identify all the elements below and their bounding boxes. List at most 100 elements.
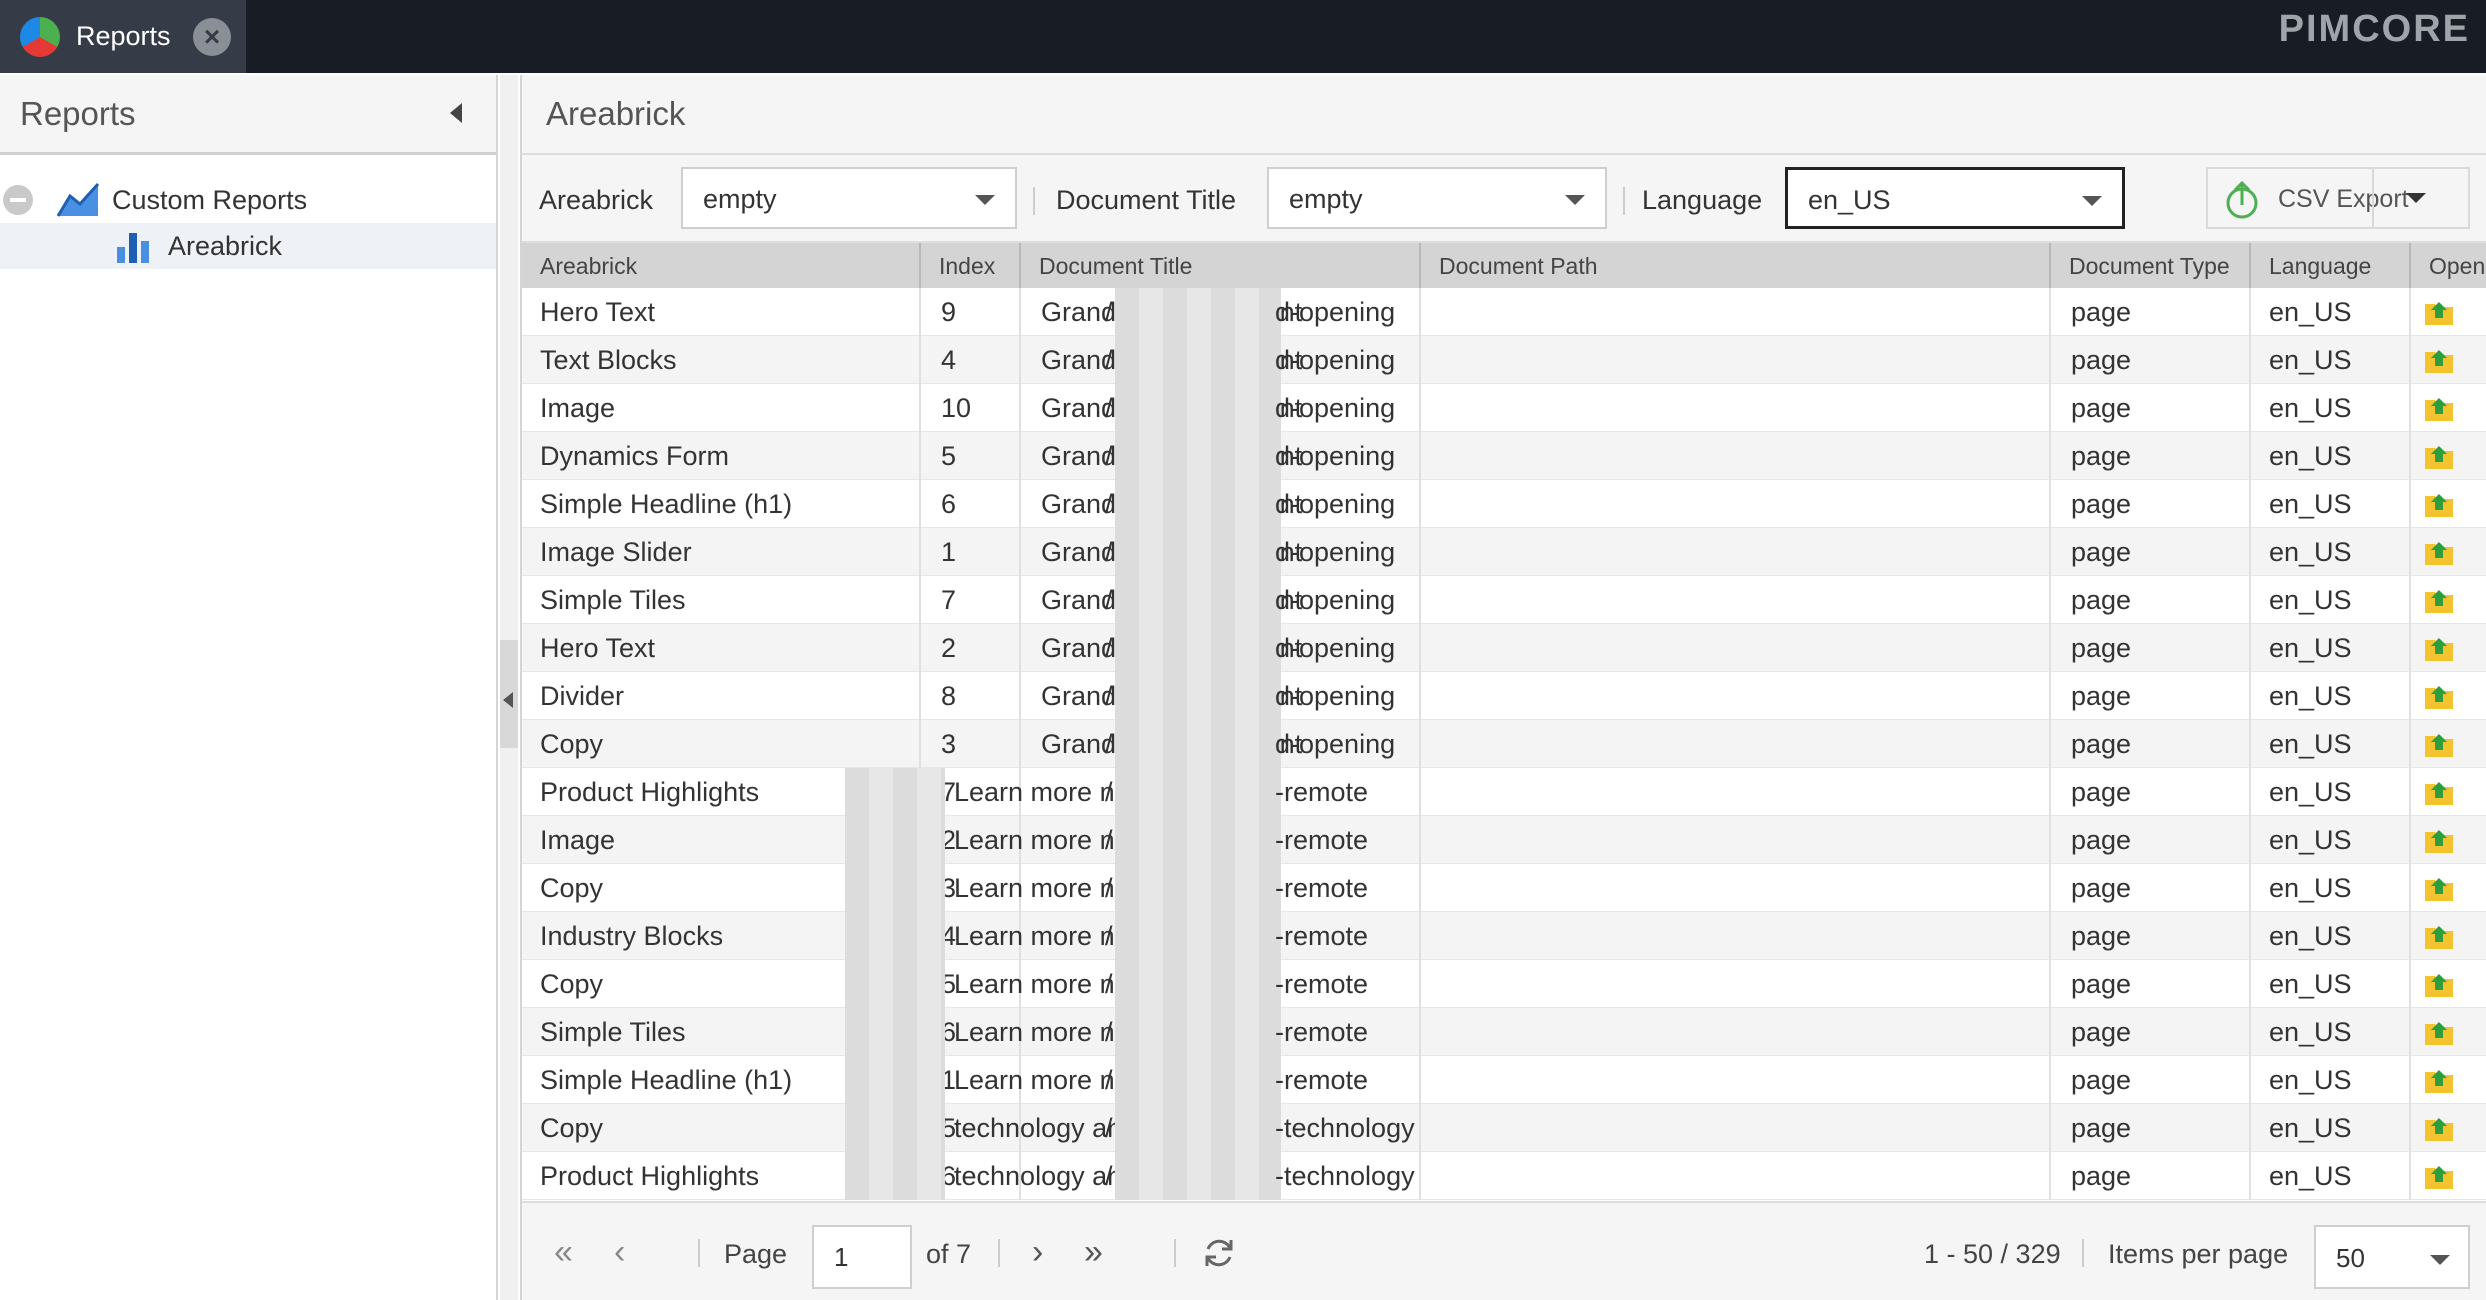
refresh-icon[interactable] [1202,1236,1236,1270]
cell-document-path [1421,528,2051,576]
table-row[interactable]: Image10Grand Opening Event/d-openingpage… [522,384,2486,432]
cell-language: en_US [2251,864,2411,912]
divider [1623,187,1625,215]
cell-path-suffix: -technology [1275,1113,1415,1143]
open-document-icon[interactable] [2423,586,2455,614]
open-document-icon[interactable] [2423,874,2455,902]
table-row[interactable]: Text Blocks4Grand Opening Event/d-openin… [522,336,2486,384]
redacted-block [1115,1056,1281,1104]
table-row[interactable]: Simple Tiles 6 Learn more n... / -remote page… [522,1008,2486,1056]
cell-path-suffix: d-opening [1275,345,1396,375]
cell-areabrick: Dynamics Form [522,432,921,480]
next-page-icon[interactable]: › [1032,1235,1043,1269]
prev-page-icon[interactable]: ‹ [614,1235,625,1269]
table-row[interactable]: Image 2 Learn more n... / -remote page en_US [522,816,2486,864]
open-document-icon[interactable] [2423,298,2455,326]
redacted-block [845,1008,945,1056]
cell-document-path [1421,1104,2051,1152]
left-panel-header: Reports [0,75,496,155]
open-document-icon[interactable] [2423,1018,2455,1046]
open-document-icon[interactable] [2423,970,2455,998]
open-document-icon[interactable] [2423,682,2455,710]
open-document-icon[interactable] [2423,490,2455,518]
open-document-icon[interactable] [2423,730,2455,758]
open-document-icon[interactable] [2423,346,2455,374]
cell-path-suffix: d-opening [1275,441,1396,471]
tab-reports[interactable]: Reports × [0,0,246,73]
column-header-areabrick[interactable]: Areabrick [522,243,921,288]
cell-document-path [1421,336,2051,384]
collapse-arrow-icon[interactable] [503,692,513,708]
table-row[interactable]: Dynamics Form5Grand Opening Event/d-open… [522,432,2486,480]
panel-splitter[interactable] [500,75,518,1300]
open-document-icon[interactable] [2423,826,2455,854]
cell-path-suffix: d-opening [1275,633,1396,663]
cell-path-suffix: -remote [1275,1065,1369,1095]
table-row[interactable]: Product Highlights 7 Learn more n... / -remo… [522,768,2486,816]
tab-title: Reports [76,21,171,51]
column-header-index[interactable]: Index [921,243,1021,288]
table-row[interactable]: Product Highlights 6 technology an... / -tec… [522,1152,2486,1200]
first-page-icon[interactable]: « [554,1235,573,1269]
csv-export-button[interactable]: CSV Export [2206,167,2470,229]
table-row[interactable]: Hero Text2Grand Opening Event/d-openingp… [522,624,2486,672]
cell-document-path [1421,720,2051,768]
table-row[interactable]: Industry Blocks 4 Learn more n... / -remote p… [522,912,2486,960]
page-number-input[interactable]: 1 [812,1225,912,1289]
open-document-icon[interactable] [2423,634,2455,662]
column-header-document-type[interactable]: Document Type [2051,243,2251,288]
tree-item-custom-reports[interactable]: Custom Reports [0,177,496,223]
open-document-icon[interactable] [2423,394,2455,422]
cell-path-prefix: / [1105,537,1113,567]
cell-document-path [1421,672,2051,720]
last-page-icon[interactable]: » [1084,1235,1103,1269]
open-document-icon[interactable] [2423,922,2455,950]
tree-item-areabrick[interactable]: Areabrick [0,223,496,269]
open-document-icon[interactable] [2423,1114,2455,1142]
cell-language: en_US [2251,960,2411,1008]
table-row[interactable]: Simple Headline (h1) 1 Learn more n... / -re… [522,1056,2486,1104]
cell-index: 10 [921,384,1021,432]
table-row[interactable]: Image Slider1Grand Opening Event/d-openi… [522,528,2486,576]
table-row[interactable]: Hero Text9Grand Opening Event/d-openingp… [522,288,2486,336]
cell-document-type: page [2051,1056,2251,1104]
open-document-icon[interactable] [2423,1162,2455,1190]
open-document-icon[interactable] [2423,442,2455,470]
table-row[interactable]: Divider8Grand Opening Event/d-openingpag… [522,672,2486,720]
column-header-document-title[interactable]: Document Title [1021,243,1421,288]
redacted-block [1115,720,1281,768]
table-row[interactable]: Copy 5 technology an... / -technology page en_… [522,1104,2486,1152]
doc-title-filter-select[interactable]: empty [1267,167,1607,229]
table-row[interactable]: Copy 3 Learn more n... / -remote page en_US [522,864,2486,912]
cell-path-suffix: -remote [1275,777,1369,807]
open-document-icon[interactable] [2423,778,2455,806]
language-filter-label: Language [1642,185,1763,215]
cell-areabrick: Text Blocks [522,336,921,384]
items-per-page-select[interactable]: 50 [2314,1225,2470,1289]
open-document-icon[interactable] [2423,538,2455,566]
column-header-open[interactable]: Open [2411,243,2486,288]
cell-index: 5 [921,432,1021,480]
language-filter-select[interactable]: en_US [1785,167,2125,229]
cell-path-prefix: / [1105,825,1113,855]
table-row[interactable]: Copy 5 Learn more n... / -remote page en_US [522,960,2486,1008]
cell-document-path [1421,864,2051,912]
column-header-language[interactable]: Language [2251,243,2411,288]
cell-path-suffix: -remote [1275,873,1369,903]
collapse-left-icon[interactable] [450,103,462,123]
table-row[interactable]: Copy3Grand Opening Event/d-openingpageen… [522,720,2486,768]
divider [998,1239,1000,1267]
cell-path-prefix: / [1105,873,1113,903]
redacted-block [845,1056,945,1104]
open-document-icon[interactable] [2423,1066,2455,1094]
cell-path-prefix: / [1105,633,1113,663]
areabrick-filter-select[interactable]: empty [681,167,1017,229]
table-row[interactable]: Simple Tiles7Grand Opening Event/d-openi… [522,576,2486,624]
table-row[interactable]: Simple Headline (h1)6Grand Opening Event… [522,480,2486,528]
collapse-node-icon[interactable] [3,185,33,215]
cell-language: en_US [2251,912,2411,960]
splitter-handle[interactable] [500,640,518,748]
column-header-document-path[interactable]: Document Path [1421,243,2051,288]
chevron-down-icon[interactable] [2406,193,2426,203]
close-icon[interactable]: × [193,18,231,56]
